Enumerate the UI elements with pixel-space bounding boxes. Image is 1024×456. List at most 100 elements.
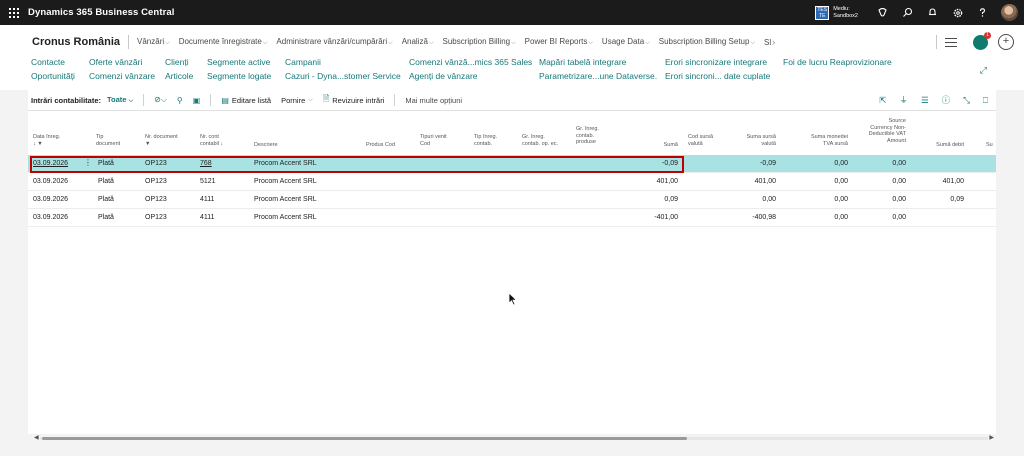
scrollbar-thumb[interactable] [42,437,687,440]
start-menu-button[interactable]: Pornire ⌵ [281,96,313,105]
column-source-currency-amount[interactable]: Suma sursă valută [718,134,776,147]
link-coupled-data-sync-errors[interactable]: Erori sincroni... date cuplate [665,71,770,81]
cell-source-vat-amount: 0,00 [834,160,848,167]
menu-sales-purchase-admin-label: Administrare vânzări/cumpărări [276,37,388,46]
table-row[interactable]: 03.09.2026 Plată OP123 5121 Procom Accen… [28,173,996,191]
hamburger-menu-icon[interactable] [945,37,957,47]
link-integration-table-mappings[interactable]: Mapări tabelă integrare [539,57,626,67]
bell-icon[interactable] [920,0,945,25]
menu-power-bi-reports[interactable]: Power BI Reports⌵ [525,37,593,47]
pin-icon[interactable]: ⤢ [980,65,987,76]
horizontal-scrollbar[interactable]: ◀ ▶ [34,434,994,441]
column-income-type-code[interactable]: Tipuri venit Cod [420,134,447,147]
chevron-down-icon: ⌵ [165,40,170,46]
cell-gl-account-no[interactable]: 5121 [200,178,216,185]
menu-subscription-billing[interactable]: Subscription Billing⌵ [443,37,516,47]
copilot-icon[interactable] [870,0,895,25]
cell-source-currency-amount: 0,00 [762,196,776,203]
scroll-left-icon[interactable]: ◀ [34,434,39,441]
cell-posting-date[interactable]: 03.09.2026 [33,196,68,203]
column-product-code[interactable]: Produs Cod [366,142,395,149]
link-replenishment-worksheets[interactable]: Foi de lucru Reaprovizionare [783,57,892,67]
table-row[interactable]: 03.09.2026 Plată OP123 4111 Procom Accen… [28,209,996,227]
menu-overflow-label: Sl [764,38,772,47]
collapse-icon[interactable]: ⤡ [963,95,970,106]
more-options-button[interactable]: Mai multe opțiuni [405,96,462,105]
column-amount[interactable]: Sumă [628,142,678,149]
column-overflow[interactable]: Su [986,142,993,149]
edit-list-button[interactable]: ▤ Editare listă [221,96,271,105]
menu-sales[interactable]: Vânzări⌵ [137,37,170,47]
link-campaigns[interactable]: Campanii [285,57,321,67]
cell-gl-account-no[interactable]: 4111 [200,214,215,221]
link-salespersons[interactable]: Agenți de vânzare [409,71,478,81]
link-active-segments[interactable]: Segmente active [207,57,270,67]
link-sales-quotes[interactable]: Oferte vânzări [89,57,142,67]
column-gl-account-no[interactable]: Nr. cont contabil ↓ [200,134,223,147]
cell-gl-account-no[interactable]: 4111 [200,196,215,203]
filter-icon[interactable]: ⏚ [899,94,908,106]
link-contacts[interactable]: Contacte [31,57,65,67]
column-document-type[interactable]: Tip document [96,134,120,147]
column-posting-date[interactable]: Data înreg. ↓ ▼ [33,134,60,147]
link-items[interactable]: Articole [165,71,193,81]
link-sales-orders[interactable]: Comenzi vânzare [89,71,155,81]
column-source-currency-code[interactable]: Cod sursă valută [688,134,713,147]
cell-description: Procom Accent SRL [254,196,317,203]
column-source-currency-vat-amount[interactable]: Suma monedei TVA sursă [788,134,848,147]
column-gen-posting-type-label-2: contab. [474,140,493,147]
column-description[interactable]: Descriere [254,142,278,149]
menu-analysis[interactable]: Analiză⌵ [402,37,434,47]
search-icon[interactable]: ⚲ [177,96,183,105]
copilot-button[interactable]: 1 [973,31,991,50]
share-icon[interactable]: ⇱ [879,95,886,106]
column-debit-amount[interactable]: Sumă debit [908,142,964,149]
scroll-right-icon[interactable]: ▶ [989,434,994,441]
cell-posting-date[interactable]: 03.09.2026 [33,178,68,185]
review-entries-button[interactable]: 🗎 Revizuire intrări [323,93,385,107]
menu-sales-purchase-admin[interactable]: Administrare vânzări/cumpărări⌵ [276,37,392,47]
column-source-currency-non-deductible-vat[interactable]: Source Currency Non- Deductible VAT Amount [846,118,906,144]
column-gen-prod-posting-group[interactable]: Gr. înreg. contab. produse [576,126,599,146]
table-row[interactable]: 03.09.2026 Plată OP123 4111 Procom Accen… [28,191,996,209]
link-dataverse-setup[interactable]: Parametrizare...une Dataverse. [539,71,657,81]
app-launcher-icon[interactable] [0,0,28,25]
add-icon[interactable]: + [998,34,1014,50]
view-filter-dropdown[interactable]: Toate ⌵ [107,95,133,105]
user-avatar[interactable] [1001,4,1018,21]
column-gen-posting-type[interactable]: Tip înreg. contab. [474,134,497,147]
top-bar: Dynamics 365 Business Central TES TE Med… [0,0,1024,25]
chevron-down-icon: ⌵ [128,98,134,104]
cell-amount: 401,00 [656,178,678,185]
menu-usage-data[interactable]: Usage Data⌵ [602,37,650,47]
settings-icon[interactable] [945,0,970,25]
cell-source-vat-amount: 0,00 [834,196,848,203]
link-cases-customer-service[interactable]: Cazuri - Dyna...stomer Service [285,71,401,81]
search-icon[interactable] [895,0,920,25]
list-view-icon[interactable]: ☰ [921,95,929,106]
analysis-mode-icon[interactable]: ⊘⌵ [154,95,167,105]
link-integration-sync-errors[interactable]: Erori sincronizare integrare [665,57,767,67]
menu-subscription-billing-setup[interactable]: Subscription Billing Setup⌵ [659,37,755,47]
bookmark-icon[interactable]: ⎕ [983,95,988,106]
chevron-down-icon: ⌵ [428,40,434,46]
edit-list-icon: ▤ [221,95,229,105]
cell-document-no: OP123 [145,196,167,203]
open-in-excel-icon[interactable]: ▣ [193,96,201,105]
company-name[interactable]: Cronus România [32,36,120,48]
cell-posting-date[interactable]: 03.09.2026 [33,214,68,221]
menu-subscription-billing-setup-label: Subscription Billing Setup [658,37,750,46]
help-icon[interactable] [970,0,995,25]
link-sales-orders-dynamics[interactable]: Comenzi vânză...mics 365 Sales [409,57,532,67]
info-icon[interactable]: ⓘ [942,94,951,106]
chevron-down-icon: ⌵ [262,40,268,46]
link-logged-segments[interactable]: Segmente logate [207,71,271,81]
column-document-no[interactable]: Nr. document ▼ [145,134,178,147]
column-amount-label: Sumă [663,142,678,148]
chevron-down-icon: ⌵ [308,96,313,103]
link-customers[interactable]: Clienți [165,57,189,67]
menu-overflow[interactable]: Sl› [764,37,775,47]
column-gen-bus-posting-group[interactable]: Gr. înreg. contab. op. ec. [522,134,558,147]
menu-posted-documents[interactable]: Documente înregistrate⌵ [179,37,268,47]
link-opportunities[interactable]: Oportunități [31,71,75,81]
